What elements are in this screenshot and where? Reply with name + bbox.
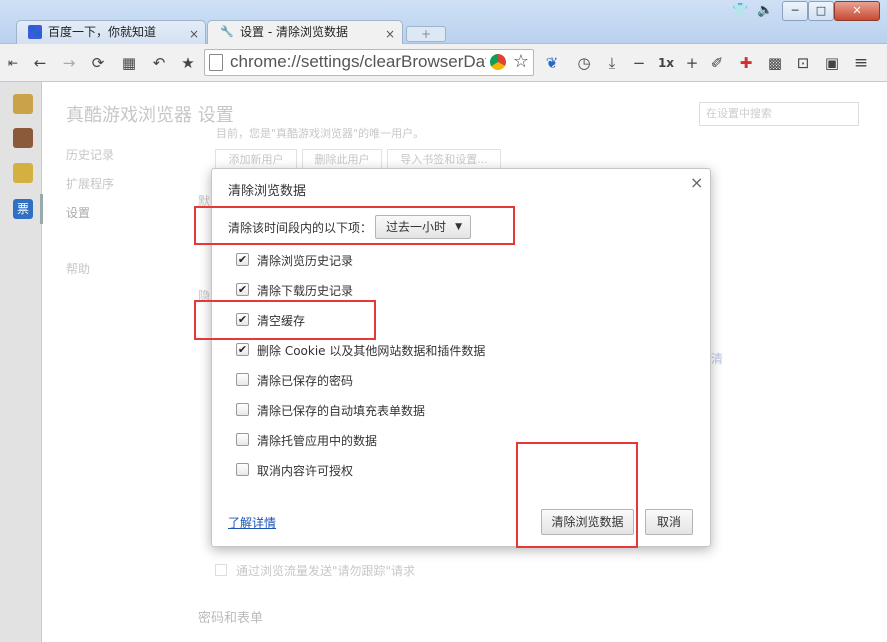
wrench-icon: 🔧	[220, 25, 234, 38]
tab-baidu[interactable]: 🐾 百度一下，你就知道	[22, 20, 182, 44]
reload-icon[interactable]: ⟳	[87, 52, 109, 74]
item-label: 清除已保存的自动填充表单数据	[257, 404, 426, 418]
highlight-box-clear-button	[516, 442, 638, 548]
apps-icon[interactable]: ▦	[118, 52, 140, 74]
history-icon[interactable]: ◷	[573, 52, 595, 74]
active-indicator	[40, 194, 43, 224]
sound-icon[interactable]: 🔈	[757, 3, 773, 18]
clean-icon[interactable]: ✐	[706, 52, 728, 74]
nav-history[interactable]: 历史记录	[66, 146, 114, 163]
checkmark-icon: ✔	[237, 253, 248, 266]
item-checkbox[interactable]: ✔	[236, 283, 249, 296]
settings-search-input[interactable]: 在设置中搜索	[699, 102, 859, 126]
tab-title: 百度一下，你就知道	[48, 25, 157, 39]
tab-settings[interactable]: 🔧 设置 - 清除浏览数据	[214, 20, 384, 44]
checkmark-icon: ✔	[237, 343, 248, 356]
section-passwords: 密码和表单	[198, 611, 264, 626]
baidu-paw-icon: 🐾	[28, 25, 42, 39]
item-checkbox[interactable]	[236, 463, 249, 476]
extension-icon[interactable]: ❦	[541, 52, 563, 74]
item-label: 清除下载历史记录	[257, 284, 354, 298]
new-tab-button[interactable]: +	[406, 26, 446, 42]
bookmark-star-icon[interactable]: ☆	[510, 51, 532, 73]
tab-close-icon[interactable]: ×	[189, 27, 199, 41]
shirt-icon[interactable]: 👕	[732, 3, 748, 18]
folder-icon[interactable]	[13, 94, 33, 114]
page-title: 真酷游戏浏览器 设置	[66, 105, 234, 126]
dnt-label: 通过浏览流量发送"请勿跟踪"请求	[236, 564, 416, 578]
highlight-box-cache	[194, 300, 376, 340]
tab-title: 设置 - 清除浏览数据	[240, 25, 348, 39]
back-icon[interactable]: ←	[29, 52, 51, 74]
item-checkbox[interactable]	[236, 373, 249, 386]
forward-icon[interactable]: →	[58, 52, 80, 74]
maximize-button[interactable]: □	[808, 1, 834, 21]
item-label: 删除 Cookie 以及其他网站数据和插件数据	[257, 344, 486, 358]
import-bookmarks-button[interactable]: 导入书签和设置...	[387, 149, 501, 170]
dialog-title: 清除浏览数据	[228, 184, 307, 199]
close-icon[interactable]: ×	[690, 173, 703, 192]
item-label: 清除托管应用中的数据	[257, 434, 378, 448]
close-window-button[interactable]: ✕	[834, 1, 880, 21]
bookmark-folder-icon[interactable]	[13, 163, 33, 183]
add-user-button[interactable]: 添加新用户	[215, 149, 297, 170]
url-text[interactable]: chrome://settings/clearBrowserData	[230, 51, 486, 73]
cancel-button[interactable]: 取消	[645, 509, 693, 535]
zoom-in-icon[interactable]: +	[681, 52, 703, 74]
users-hint: 目前，您是"真酷游戏浏览器"的唯一用户。	[216, 127, 425, 140]
item-label: 清除浏览历史记录	[257, 254, 354, 268]
zoom-level: 1x	[657, 56, 675, 70]
resize-icon[interactable]: ⊡	[792, 52, 814, 74]
nav-settings[interactable]: 设置	[66, 204, 90, 221]
tab-close-icon[interactable]: ×	[385, 27, 395, 41]
item-label: 清除已保存的密码	[257, 374, 354, 388]
ticket-icon[interactable]: 票	[13, 199, 33, 219]
undo-icon[interactable]: ↶	[148, 52, 170, 74]
download-icon[interactable]: ⤓	[601, 52, 623, 74]
item-checkbox[interactable]	[236, 433, 249, 446]
mosaic-icon[interactable]: ▩	[764, 52, 786, 74]
highlight-box-time-range	[194, 206, 515, 245]
window-icon[interactable]: ▣	[821, 52, 843, 74]
item-checkbox[interactable]: ✔	[236, 343, 249, 356]
collapse-icon[interactable]: ⇤	[4, 52, 22, 74]
dnt-checkbox[interactable]	[215, 564, 227, 576]
stop-icon[interactable]: ✚	[735, 52, 757, 74]
nav-help[interactable]: 帮助	[66, 260, 90, 277]
chrome-logo-icon	[489, 53, 507, 71]
menu-icon[interactable]: ≡	[850, 52, 872, 74]
minimize-button[interactable]: ─	[782, 1, 808, 21]
item-checkbox[interactable]	[236, 403, 249, 416]
checkmark-icon: ✔	[237, 283, 248, 296]
delete-user-button[interactable]: 删除此用户	[302, 149, 382, 170]
learn-more-link[interactable]: 了解详情	[228, 514, 276, 531]
item-checkbox[interactable]: ✔	[236, 253, 249, 266]
content-settings-link[interactable]: 清	[711, 350, 723, 367]
nav-extensions[interactable]: 扩展程序	[66, 175, 114, 192]
user-icon[interactable]	[13, 128, 33, 148]
page-icon	[209, 54, 223, 71]
zoom-out-icon[interactable]: −	[628, 52, 650, 74]
item-label: 取消内容许可授权	[257, 464, 354, 478]
star-icon[interactable]: ★	[177, 52, 199, 74]
